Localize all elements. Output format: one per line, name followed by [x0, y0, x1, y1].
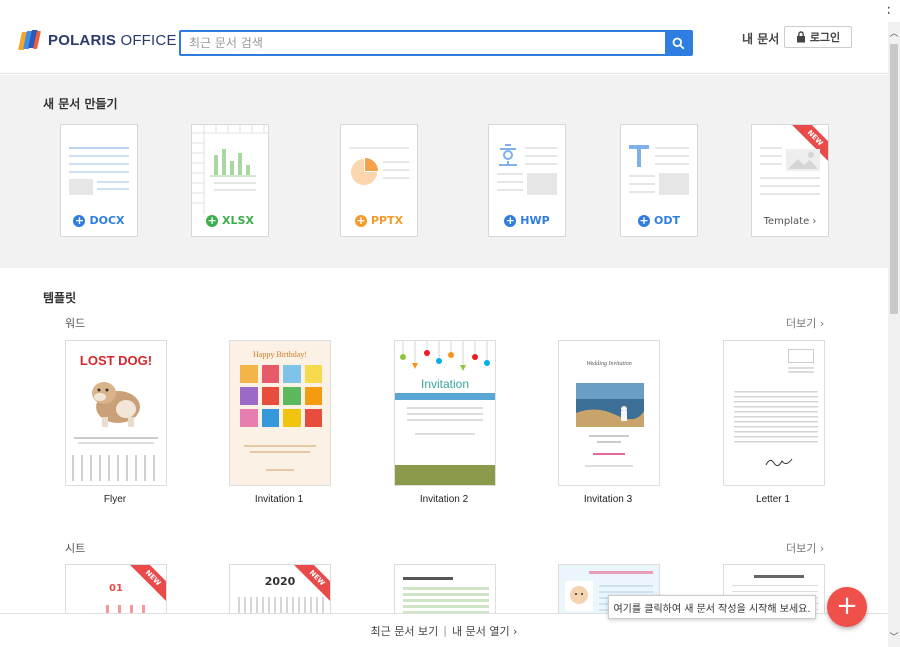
- login-button[interactable]: 로그인: [784, 26, 852, 48]
- my-documents-link[interactable]: 내 문서: [742, 30, 779, 47]
- plus-icon: +: [206, 213, 219, 227]
- spreadsheet-grid-icon: [192, 125, 268, 215]
- scrollbar-thumb[interactable]: [890, 44, 898, 314]
- templates-section: 템플릿 워드 더보기 › LOST DOG! Flyer Happy Birth…: [0, 268, 888, 624]
- new-xlsx-card[interactable]: + XLSX: [191, 124, 269, 237]
- template-letter-1[interactable]: [723, 340, 825, 486]
- image-placeholder-icon: [786, 149, 820, 171]
- new-pptx-card[interactable]: + PPTX: [340, 124, 418, 237]
- template-name: Invitation 1: [254, 494, 304, 505]
- template-invitation-3[interactable]: Wedding Invitation: [558, 340, 660, 486]
- word-category-label: 워드: [65, 317, 86, 330]
- hanging-ornaments-icon: [400, 341, 490, 371]
- template-label: Template ›: [763, 216, 817, 227]
- plus-icon: +: [354, 213, 367, 227]
- open-my-documents-link[interactable]: 내 문서 열기 ›: [452, 623, 518, 639]
- invitation-1-headline: Happy Birthday!: [253, 350, 307, 359]
- text-t-icon: [629, 145, 649, 167]
- scroll-up-icon[interactable]: ︿: [888, 26, 900, 39]
- vertical-scrollbar[interactable]: ︿ ﹀: [888, 22, 900, 647]
- calendar-year: 2020: [264, 575, 296, 588]
- invitation-2-headline: Invitation: [420, 377, 470, 391]
- template-name: Invitation 3: [583, 494, 633, 505]
- template-invitation-2[interactable]: Invitation: [394, 340, 496, 486]
- docx-label: + DOCX: [73, 213, 125, 227]
- template-name: Letter 1: [756, 494, 790, 505]
- wedding-photo-icon: [576, 383, 644, 427]
- new-odt-card[interactable]: + ODT: [620, 124, 698, 237]
- scroll-down-icon[interactable]: ﹀: [888, 630, 900, 643]
- plus-icon: +: [73, 213, 86, 227]
- pptx-label: + PPTX: [354, 213, 404, 227]
- search-box: [179, 30, 693, 56]
- create-new-document-button[interactable]: +: [827, 587, 867, 627]
- signature-icon: [765, 458, 793, 467]
- new-document-tooltip: 여기를 클릭하여 새 문서 작성을 시작해 보세요.: [608, 595, 816, 619]
- sheet-more-link[interactable]: 더보기 ›: [786, 540, 824, 556]
- separator: |: [443, 624, 447, 637]
- new-from-template-card[interactable]: NEW Template ›: [751, 124, 829, 237]
- hwp-label: + HWP: [504, 213, 550, 227]
- new-document-title: 새 문서 만들기: [43, 97, 118, 111]
- plus-icon: +: [504, 213, 517, 227]
- birthday-icon-grid: [240, 365, 322, 427]
- header: POLARIS OFFICE 내 문서 로그인: [0, 0, 888, 74]
- new-document-section: 새 문서 만들기 + DOCX + XLSX + PPTX + HWP + OD…: [0, 75, 888, 268]
- hangul-icon: [499, 144, 517, 166]
- lock-icon: [796, 31, 805, 43]
- login-label: 로그인: [809, 31, 841, 44]
- calendar-month: 01: [109, 583, 123, 594]
- odt-label: + ODT: [638, 213, 680, 227]
- recent-documents-link[interactable]: 최근 문서 보기: [371, 623, 439, 639]
- search-icon: [672, 37, 684, 49]
- flyer-headline: LOST DOG!: [79, 353, 153, 368]
- dog-illustration-icon: [92, 382, 140, 427]
- template-invitation-1[interactable]: Happy Birthday!: [229, 340, 331, 486]
- new-docx-card[interactable]: + DOCX: [60, 124, 138, 237]
- template-name: Invitation 2: [419, 494, 469, 505]
- search-button[interactable]: [665, 32, 691, 54]
- sheet-category-label: 시트: [65, 542, 86, 555]
- xlsx-label: + XLSX: [206, 213, 254, 227]
- plus-icon: +: [638, 213, 650, 227]
- template-flyer[interactable]: LOST DOG!: [65, 340, 167, 486]
- polaris-logo-icon: [18, 30, 42, 50]
- templates-title: 템플릿: [43, 291, 77, 305]
- brand-name: POLARIS OFFICE: [48, 31, 177, 49]
- baby-photo-icon: [565, 581, 593, 611]
- search-input[interactable]: [181, 32, 665, 54]
- template-name: Flyer: [103, 494, 127, 505]
- invitation-3-headline: Wedding Invitation: [586, 361, 632, 367]
- logo[interactable]: POLARIS OFFICE: [18, 30, 177, 50]
- polaris-office-window: ? _ ❐ ✕ POLARIS OFFICE 내 문서 로그인: [0, 0, 900, 647]
- new-hwp-card[interactable]: + HWP: [488, 124, 566, 237]
- pie-chart-icon: [351, 158, 378, 185]
- word-more-link[interactable]: 더보기 ›: [786, 315, 824, 331]
